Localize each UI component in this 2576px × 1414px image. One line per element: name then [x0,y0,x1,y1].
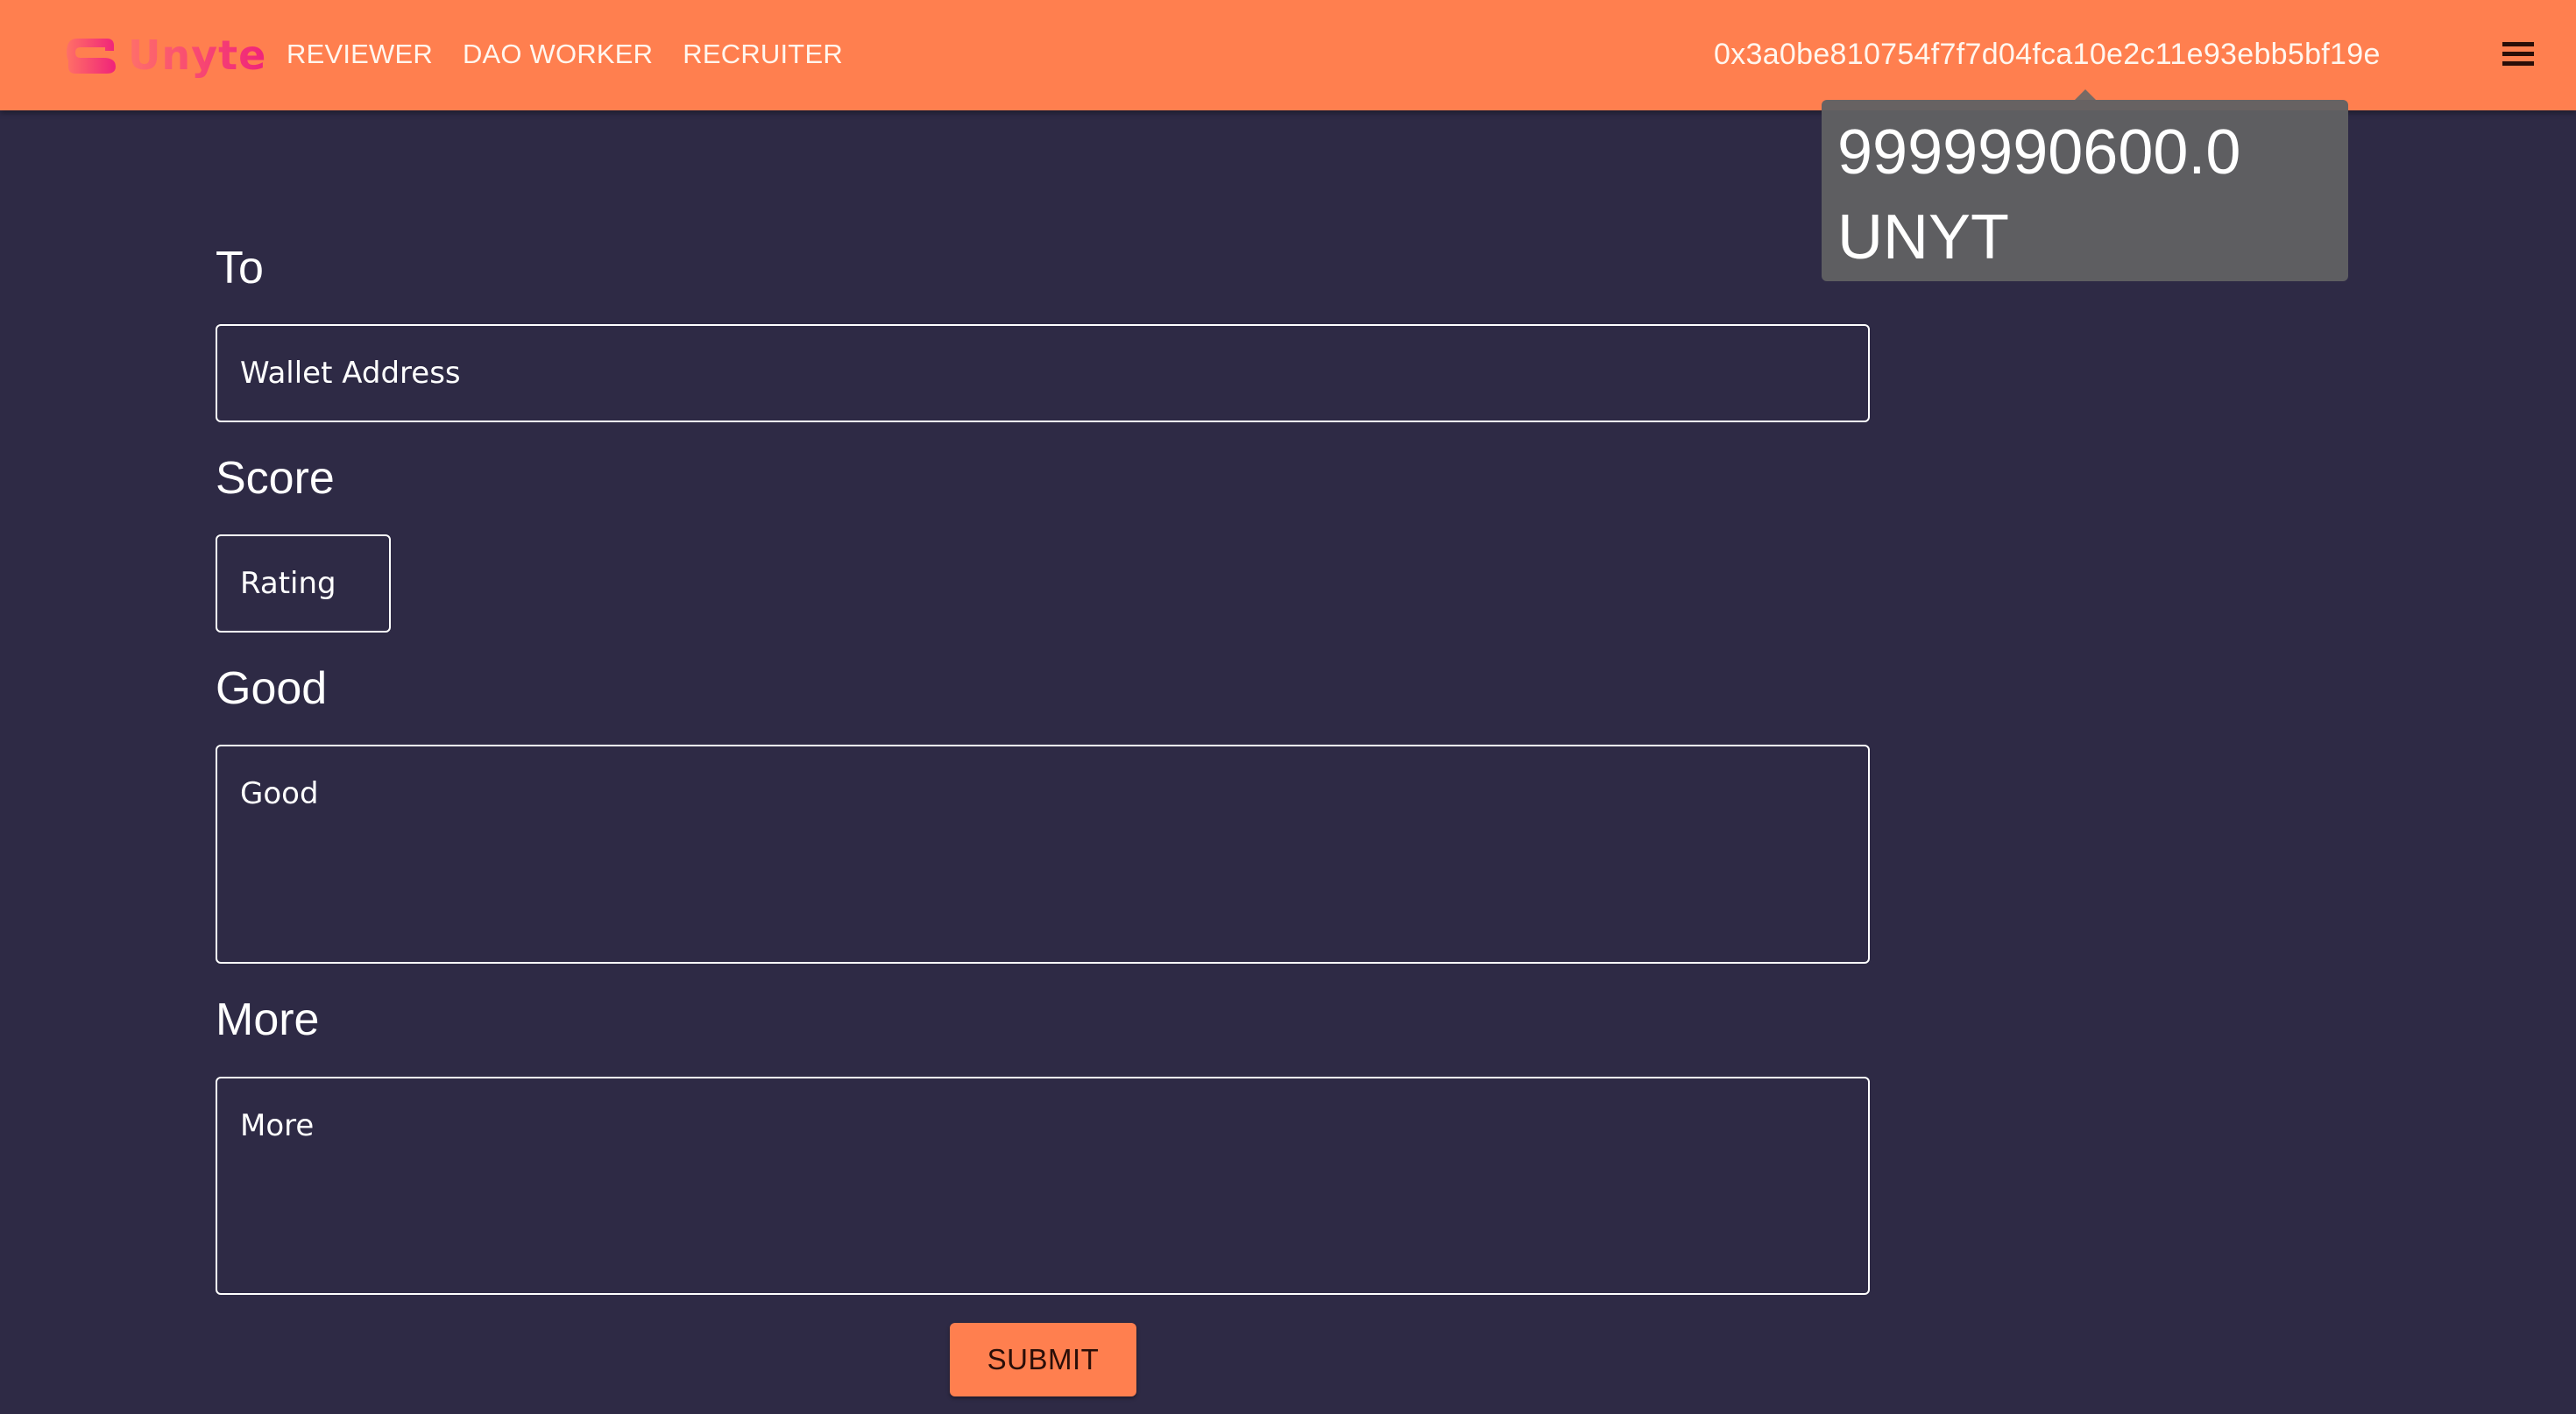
submit-button[interactable]: SUBMIT [950,1323,1136,1396]
wallet-address-input[interactable]: Wallet Address [216,324,1870,422]
balance-tooltip: 9999990600.0 UNYT [1822,100,2348,281]
rating-placeholder: Rating [240,566,336,601]
menu-button[interactable] [2499,39,2539,70]
wallet-address[interactable]: 0x3a0be810754f7f7d04fca10e2c11e93ebb5bf1… [1714,35,2381,74]
more-label: More [216,994,320,1045]
wallet-address-placeholder: Wallet Address [240,356,461,391]
good-label: Good [216,663,328,714]
rating-input[interactable]: Rating [216,534,391,633]
top-app-bar: Unyte REVIEWER DAO WORKER RECRUITER 0x3a… [0,0,2576,110]
balance-unit: UNYT [1837,202,2009,272]
good-placeholder: Good [240,776,319,811]
to-label: To [216,243,264,293]
score-label: Score [216,453,335,504]
nav-dao-worker[interactable]: DAO WORKER [463,37,653,72]
brand-logo[interactable]: Unyte [65,32,266,79]
nav-recruiter[interactable]: RECRUITER [683,37,843,72]
nav-reviewer[interactable]: REVIEWER [287,37,433,72]
tooltip-arrow [2075,89,2096,100]
unyte-logo-icon [67,39,116,74]
brand-name: Unyte [128,32,267,79]
more-placeholder: More [240,1108,315,1143]
balance-text: 9999990600.0 UNYT [1837,110,2240,280]
balance-value: 9999990600.0 [1837,117,2241,187]
good-textarea[interactable]: Good [216,745,1870,964]
main-nav: REVIEWER DAO WORKER RECRUITER [287,37,843,72]
more-textarea[interactable]: More [216,1077,1870,1295]
